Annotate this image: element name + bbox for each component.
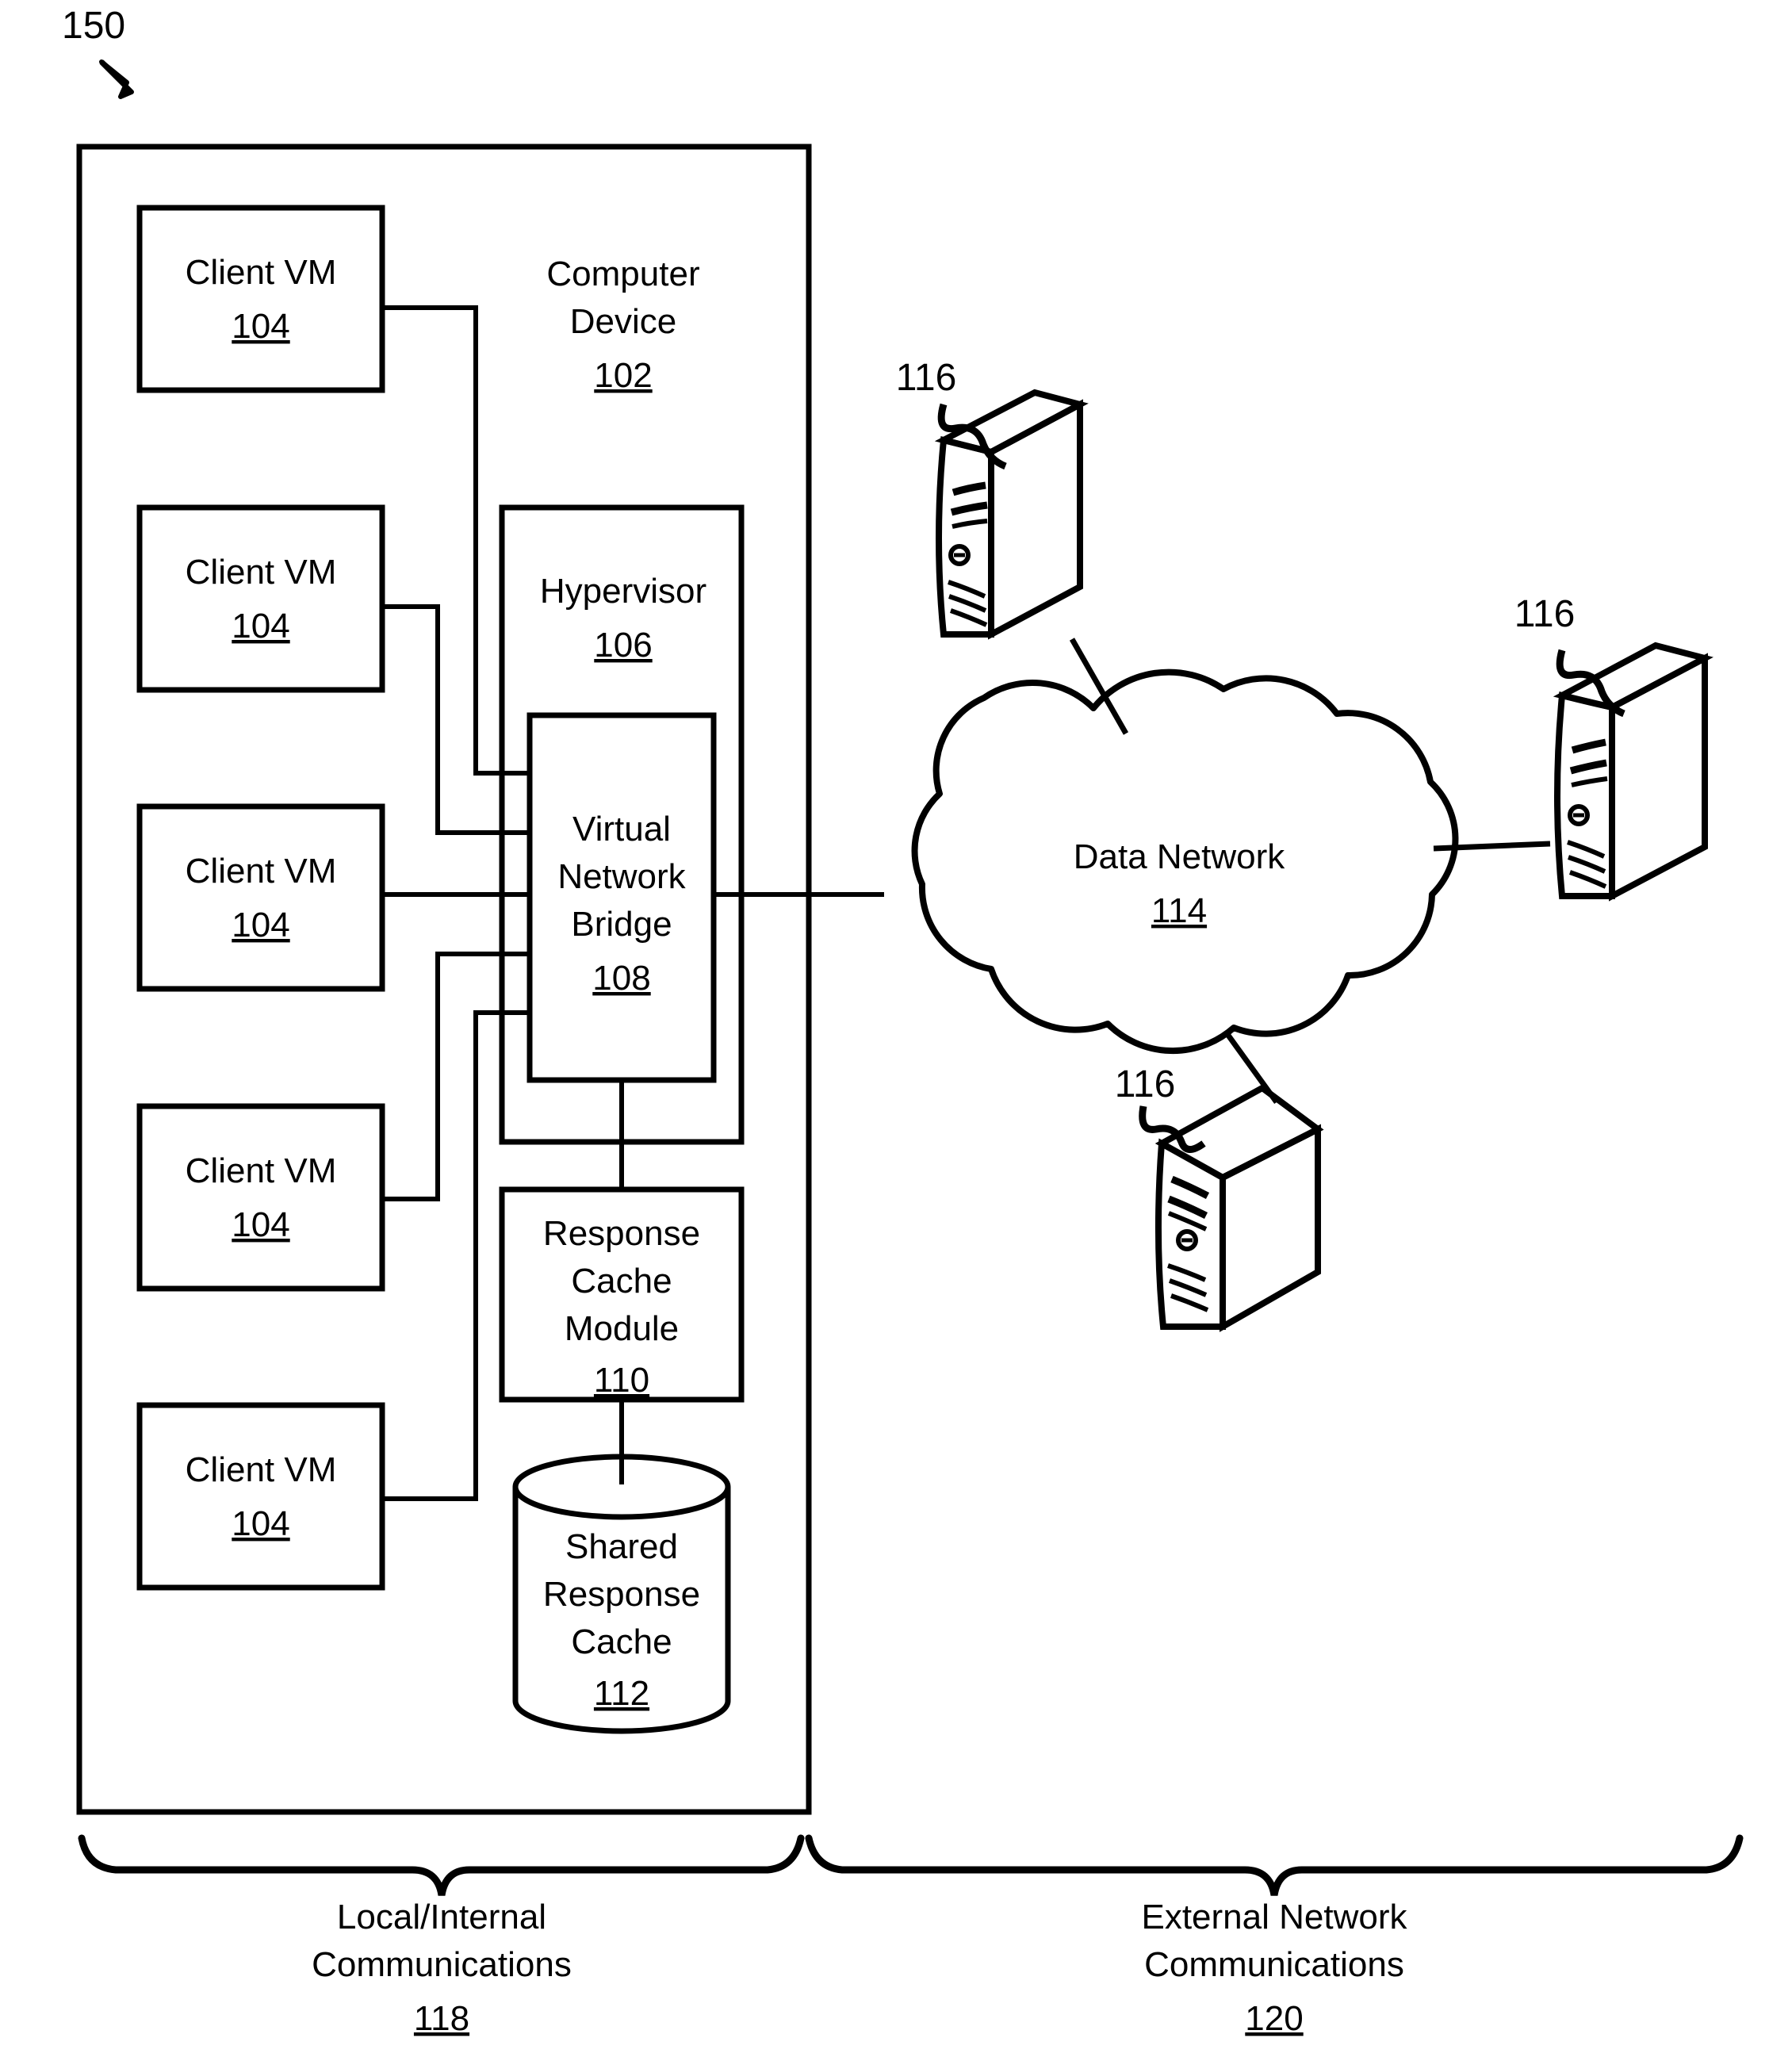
client-vm-ref-2: 104 xyxy=(232,607,289,645)
client-vm-ref-3: 104 xyxy=(232,906,289,944)
vnb-label-line3-top: Bridge xyxy=(571,905,672,944)
client-vm-box-4[interactable] xyxy=(136,1103,385,1292)
client-vm-ref-1: 104 xyxy=(232,307,289,346)
client-vm-label-4: Client VM xyxy=(186,1151,337,1190)
client-vm-box-2[interactable] xyxy=(136,504,385,693)
rcm-ref: 110 xyxy=(594,1361,649,1400)
figure-svg: 150 Computer Device 102 Client VM 104 Cl… xyxy=(62,5,1744,2038)
client-vm-ref-5: 104 xyxy=(232,1504,289,1543)
vnb-fill xyxy=(533,718,710,1077)
bracket-local-line1: Local/Internal xyxy=(337,1898,546,1936)
bracket-local-ref: 118 xyxy=(414,1999,469,2038)
rcm-label-line2: Cache xyxy=(571,1262,672,1300)
client-vm-label-5: Client VM xyxy=(186,1450,337,1489)
data-network-ref: 114 xyxy=(1151,891,1207,930)
hypervisor-label: Hypervisor xyxy=(540,572,706,611)
data-network-label: Data Network xyxy=(1074,837,1286,876)
diagonal-arrow-icon xyxy=(99,59,134,99)
client-vm-label-1: Client VM xyxy=(186,253,337,292)
bracket-external-line2: Communications xyxy=(1144,1945,1404,1984)
hypervisor-ref: 106 xyxy=(594,626,652,665)
bracket-external-ref: 120 xyxy=(1245,1999,1303,2038)
client-vm-label-2: Client VM xyxy=(186,553,337,592)
client-vm-box-5[interactable] xyxy=(136,1402,385,1591)
bracket-external xyxy=(805,1834,1744,1896)
bracket-local-line2: Communications xyxy=(312,1945,572,1984)
bracket-local xyxy=(78,1834,805,1896)
vnb-ref-top: 108 xyxy=(592,959,650,998)
server-icon-bottom[interactable] xyxy=(1154,1084,1324,1332)
src-label-line2: Response xyxy=(543,1575,700,1614)
rcm-label-line1: Response xyxy=(543,1214,700,1253)
figure-number: 150 xyxy=(62,5,125,47)
src-label-line3: Cache xyxy=(571,1622,672,1661)
computer-device-title-line2: Device xyxy=(570,302,677,341)
client-vm-ref-4: 104 xyxy=(232,1205,289,1244)
patent-figure-canvas: 150 Computer Device 102 Client VM 104 Cl… xyxy=(0,0,1792,2057)
computer-device-ref: 102 xyxy=(594,356,652,395)
vnb-label-line2-top: Network xyxy=(557,857,686,896)
computer-device-title-line1: Computer xyxy=(546,255,699,293)
server-icon-right[interactable] xyxy=(1553,642,1714,902)
client-vm-label-3: Client VM xyxy=(186,852,337,891)
vnb-label-line1-top: Virtual xyxy=(572,810,671,848)
server-ref-top: 116 xyxy=(896,357,957,399)
cloud-server-link-right xyxy=(1433,841,1551,852)
client-vm-box-3[interactable] xyxy=(136,803,385,992)
vm-bridge-connectors xyxy=(382,305,530,1501)
client-vm-box-1[interactable] xyxy=(136,205,385,393)
server-ref-bottom: 116 xyxy=(1115,1063,1176,1105)
server-ref-right: 116 xyxy=(1514,593,1576,635)
bracket-external-line1: External Network xyxy=(1141,1898,1407,1936)
src-ref: 112 xyxy=(594,1674,649,1713)
rcm-label-line3: Module xyxy=(565,1309,679,1348)
src-label-line1: Shared xyxy=(565,1527,678,1566)
